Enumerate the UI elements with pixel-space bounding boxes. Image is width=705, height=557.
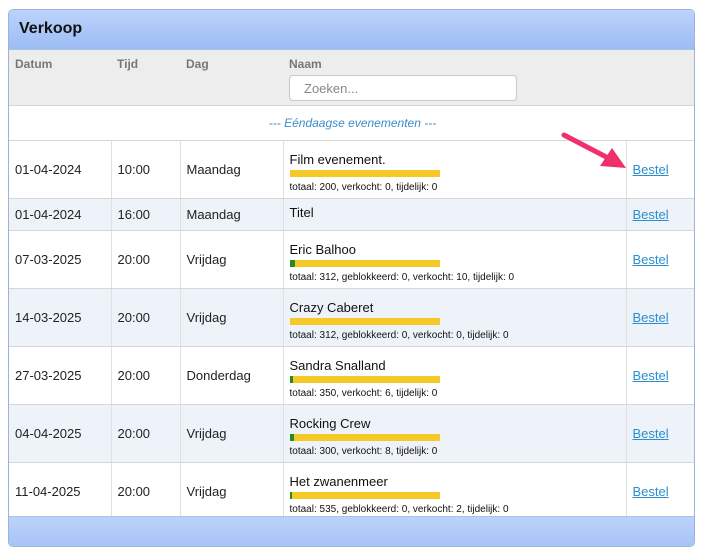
event-name-cell: Het zwanenmeer totaal: 535, geblokkeerd: …	[283, 462, 627, 521]
event-action-cell: Bestel	[626, 288, 694, 347]
order-link[interactable]: Bestel	[633, 310, 669, 325]
event-name-cell: Eric Balhoo totaal: 312, geblokkeerd: 0, …	[283, 230, 627, 289]
event-name: Eric Balhoo	[289, 241, 356, 257]
sales-progress-fill	[289, 433, 294, 441]
event-stats: totaal: 535, geblokkeerd: 0, verkocht: 2…	[289, 503, 509, 515]
event-name: Sandra Snalland	[289, 357, 386, 373]
event-time: 20:00	[111, 346, 181, 405]
sales-progress-bar	[289, 433, 440, 441]
event-date: 01-04-2024	[9, 140, 112, 199]
event-name-cell: Sandra Snalland totaal: 350, verkocht: 6,…	[283, 346, 627, 405]
event-action-cell: Bestel	[626, 404, 694, 463]
event-name-cell: Crazy Caberet totaal: 312, geblokkeerd: 0…	[283, 288, 627, 347]
sales-progress-bar	[289, 375, 440, 383]
sales-progress-bar	[289, 169, 440, 177]
event-action-cell: Bestel	[626, 462, 694, 521]
event-time: 20:00	[111, 230, 181, 289]
event-stats: totaal: 300, verkocht: 8, tijdelijk: 0	[289, 445, 438, 457]
event-date: 11-04-2025	[9, 462, 112, 521]
column-header-row: Datum Tijd Dag Naam	[9, 50, 694, 106]
event-day: Maandag	[180, 140, 284, 199]
search-input[interactable]	[289, 75, 517, 101]
pointer-arrow-icon	[561, 132, 626, 168]
column-header-action	[626, 50, 694, 106]
event-day: Vrijdag	[180, 404, 284, 463]
event-day: Donderdag	[180, 346, 284, 405]
order-link[interactable]: Bestel	[633, 484, 669, 499]
sales-progress-fill	[289, 491, 292, 499]
event-day: Vrijdag	[180, 230, 284, 289]
event-day: Vrijdag	[180, 288, 284, 347]
column-header-time: Tijd	[111, 50, 180, 106]
event-name: Het zwanenmeer	[289, 473, 388, 489]
event-action-cell: Bestel	[626, 140, 694, 199]
event-name-cell: Titel	[283, 198, 627, 231]
event-name: Rocking Crew	[289, 415, 371, 431]
order-link[interactable]: Bestel	[633, 426, 669, 441]
event-action-cell: Bestel	[626, 198, 694, 231]
sales-progress-bar	[289, 259, 440, 267]
event-name-cell: Rocking Crew totaal: 300, verkocht: 8, ti…	[283, 404, 627, 463]
event-row: 27-03-2025 20:00 Donderdag Sandra Snalland t…	[9, 346, 694, 405]
event-date: 27-03-2025	[9, 346, 112, 405]
sales-progress-bar	[289, 491, 440, 499]
event-date: 14-03-2025	[9, 288, 112, 347]
event-time: 20:00	[111, 404, 181, 463]
event-row: 14-03-2025 20:00 Vrijdag Crazy Caberet totaa…	[9, 288, 694, 347]
event-date: 07-03-2025	[9, 230, 112, 289]
event-date: 01-04-2024	[9, 198, 112, 231]
event-action-cell: Bestel	[626, 230, 694, 289]
event-name: Titel	[289, 205, 314, 220]
event-row: 07-03-2025 20:00 Vrijdag Eric Balhoo totaal:…	[9, 230, 694, 289]
event-time: 20:00	[111, 462, 181, 521]
panel-footer	[9, 516, 694, 546]
order-link[interactable]: Bestel	[633, 368, 669, 383]
event-row: 01-04-2024 16:00 Maandag Titel Bestel	[9, 198, 694, 231]
order-link[interactable]: Bestel	[633, 162, 669, 177]
sales-progress-fill	[289, 259, 295, 267]
column-header-day: Dag	[180, 50, 283, 106]
event-stats: totaal: 312, geblokkeerd: 0, verkocht: 1…	[289, 271, 515, 283]
event-time: 16:00	[111, 198, 181, 231]
event-action-cell: Bestel	[626, 346, 694, 405]
sales-progress-bar	[289, 317, 440, 325]
column-header-date: Datum	[9, 50, 111, 106]
panel-title: Verkoop	[19, 20, 83, 37]
event-row: 04-04-2025 20:00 Vrijdag Rocking Crew totaal…	[9, 404, 694, 463]
event-time: 20:00	[111, 288, 181, 347]
sales-panel: Verkoop Datum Tijd Dag Naam --- Eéndaags…	[8, 9, 695, 547]
order-link[interactable]: Bestel	[633, 207, 669, 222]
event-time: 10:00	[111, 140, 181, 199]
event-name: Crazy Caberet	[289, 299, 374, 315]
event-day: Maandag	[180, 198, 284, 231]
column-header-name-cell: Naam	[283, 50, 626, 106]
event-row: 11-04-2025 20:00 Vrijdag Het zwanenmeer tota…	[9, 462, 694, 521]
event-stats: totaal: 312, geblokkeerd: 0, verkocht: 0…	[289, 329, 509, 341]
event-stats: totaal: 200, verkocht: 0, tijdelijk: 0	[289, 181, 438, 193]
order-link[interactable]: Bestel	[633, 252, 669, 267]
events-table: Datum Tijd Dag Naam --- Eéndaagse evenem…	[9, 50, 694, 521]
event-day: Vrijdag	[180, 462, 284, 521]
column-header-name: Naam	[289, 57, 322, 71]
event-stats: totaal: 350, verkocht: 6, tijdelijk: 0	[289, 387, 438, 399]
event-date: 04-04-2025	[9, 404, 112, 463]
sales-progress-fill	[289, 375, 293, 383]
panel-header: Verkoop	[9, 10, 694, 50]
